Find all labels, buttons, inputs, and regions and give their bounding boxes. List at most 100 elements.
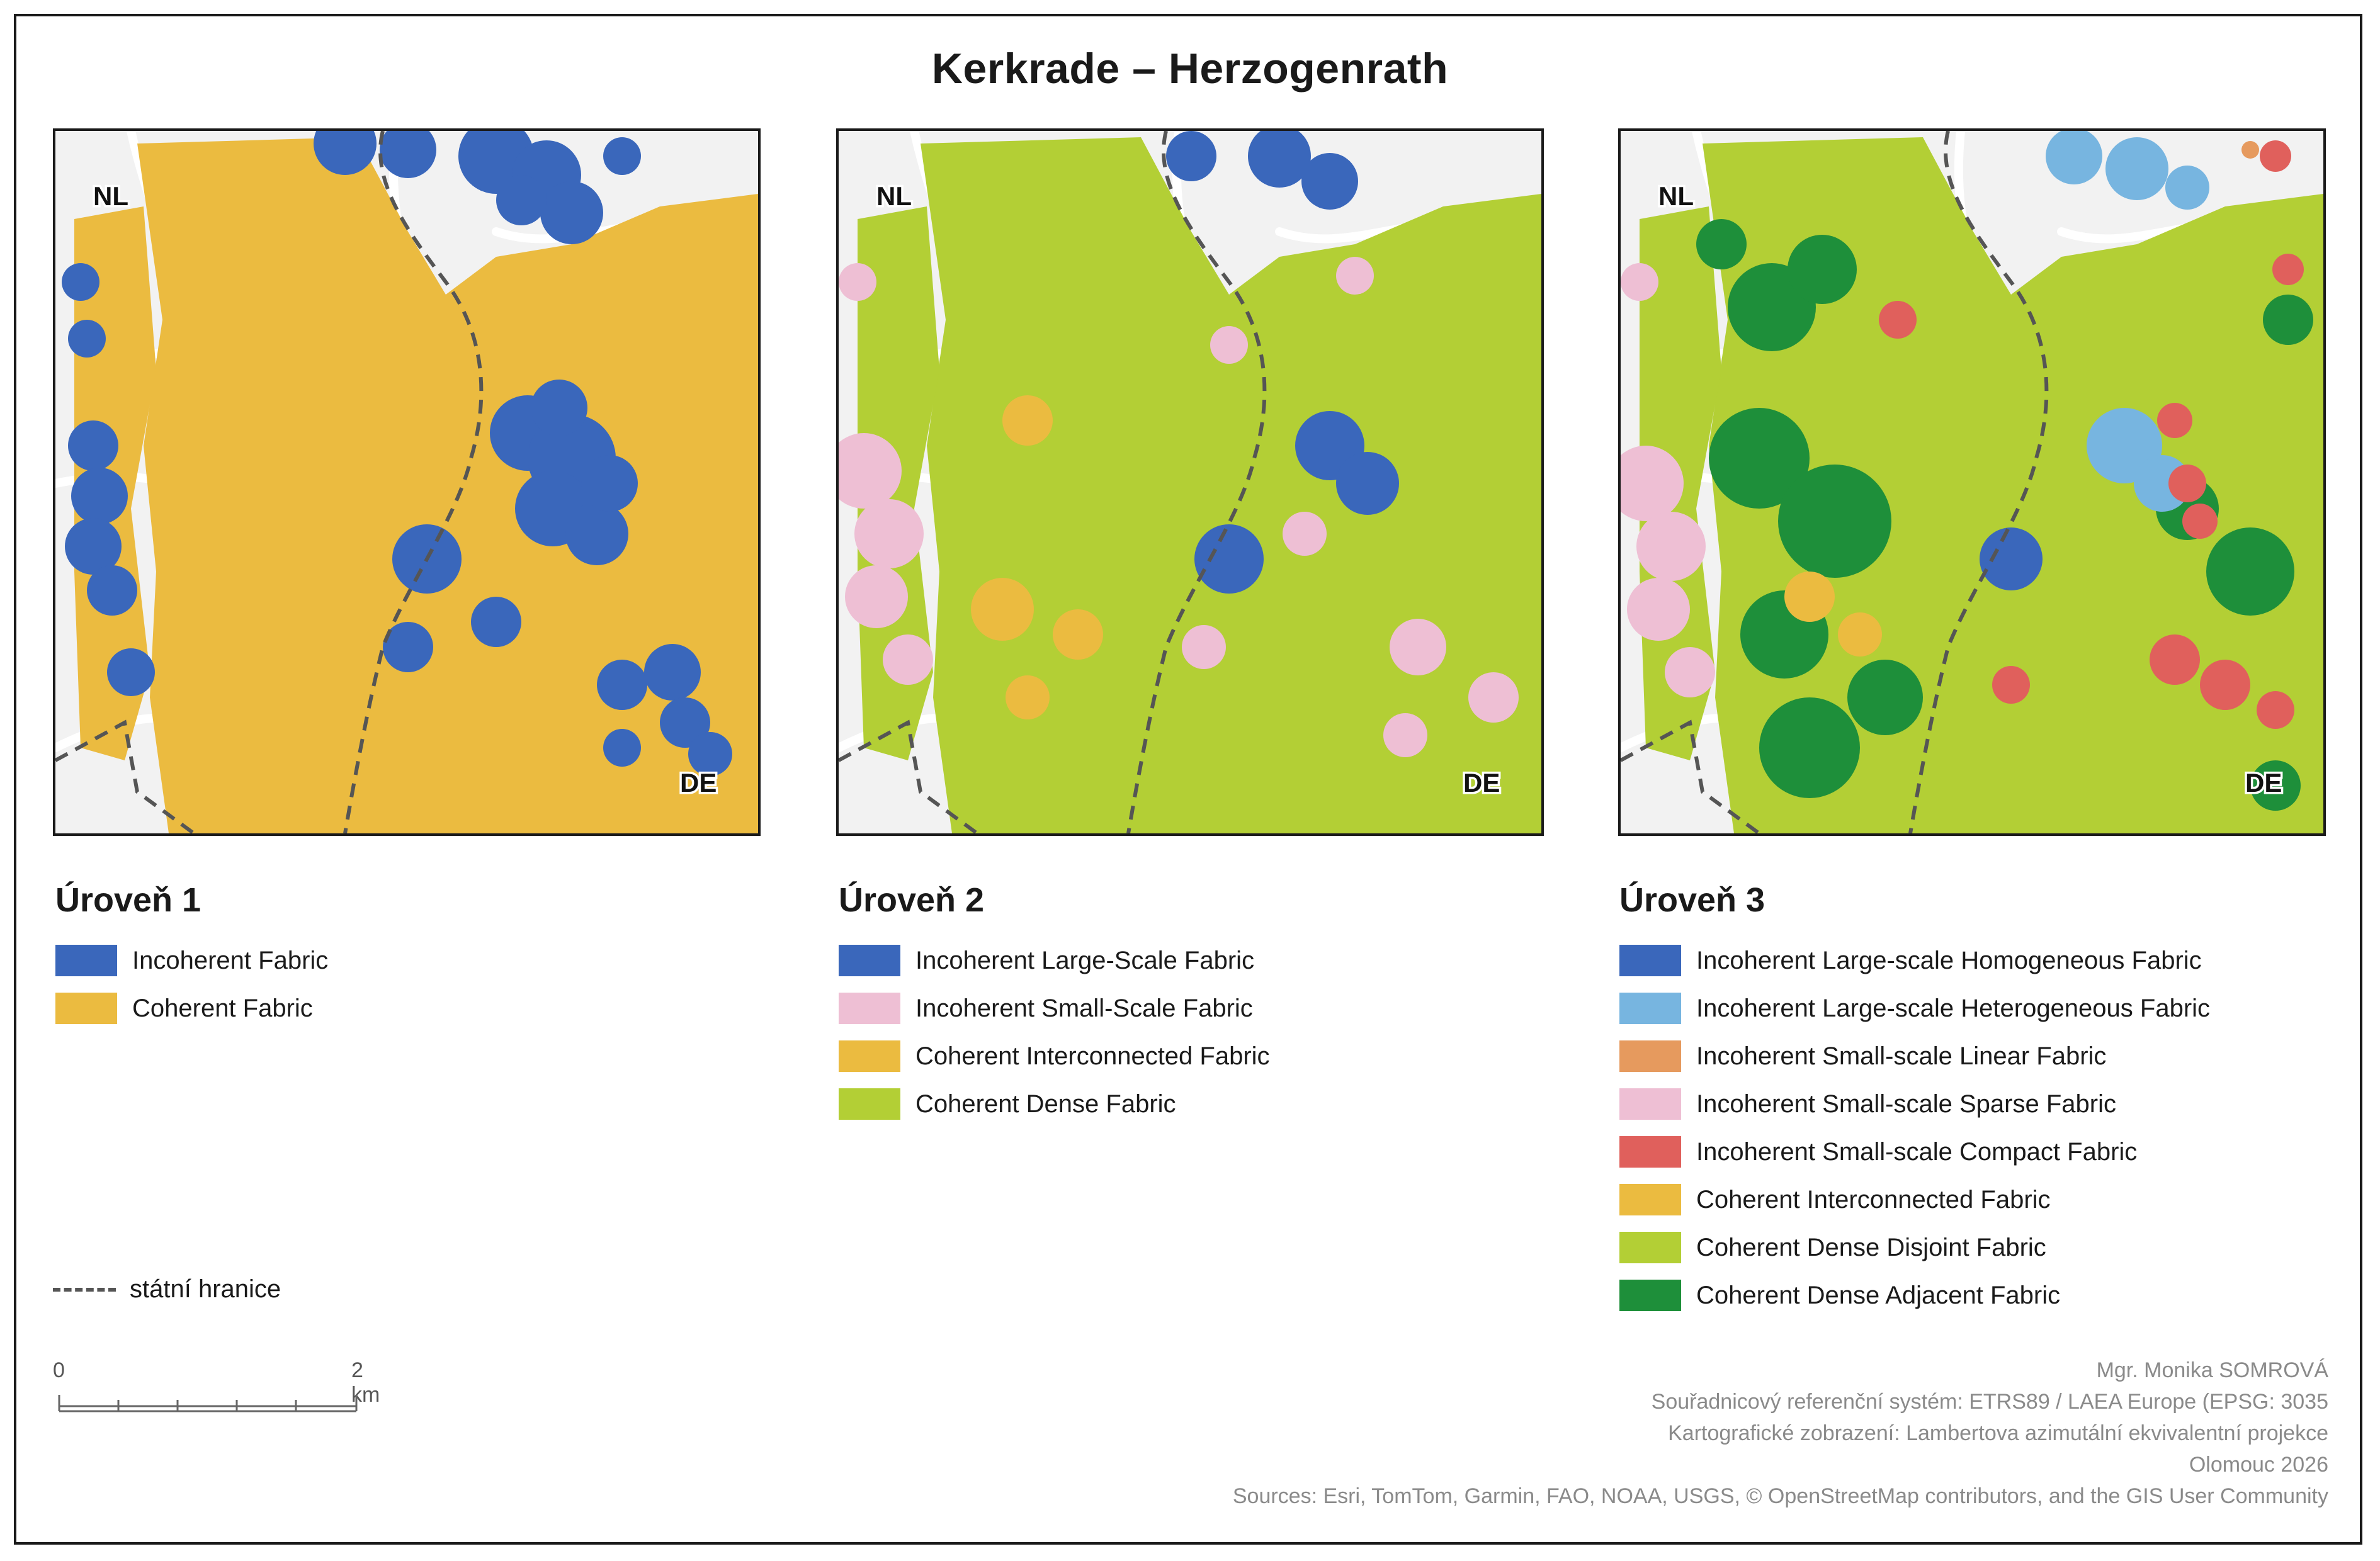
legend-swatch: [1619, 1280, 1681, 1311]
legend-item: Incoherent Large-scale Homogeneous Fabri…: [1619, 937, 2210, 984]
incoherent-small-scale-compact-fabric: [2200, 660, 2250, 710]
legend-swatch: [839, 945, 900, 976]
legend-heading: Úroveň 1: [55, 881, 201, 919]
coherent-interconnected-fabric: [971, 578, 1034, 641]
coherent-dense-adjacent-fabric: [1759, 697, 1860, 798]
map-canvas-level-1: NL DE: [55, 131, 758, 833]
legend-item: Incoherent Fabric: [55, 937, 328, 984]
incoherent-small-scale-compact-fabric: [2257, 691, 2294, 729]
coherent-dense-adjacent-fabric: [2206, 527, 2294, 616]
incoherent-small-scale-fabric: [1468, 672, 1519, 723]
incoherent-small-scale-compact-fabric: [2168, 465, 2206, 502]
incoherent-fabric: [581, 455, 638, 512]
credits-block: Mgr. Monika SOMROVÁ Souřadnicový referen…: [1233, 1355, 2328, 1512]
legend-item: Coherent Dense Fabric: [839, 1080, 1270, 1128]
incoherent-small-scale-fabric: [1283, 512, 1327, 556]
incoherent-fabric: [603, 729, 641, 767]
incoherent-small-scale-fabric: [845, 565, 908, 628]
map-canvas-level-3: NL DE: [1621, 131, 2323, 833]
credit-crs: Souřadnicový referenční systém: ETRS89 /…: [1651, 1390, 2328, 1414]
coherent-dense-adjacent-fabric: [1847, 660, 1923, 735]
legend-level-2: Úroveň 2 Incoherent Large-Scale Fabric I…: [839, 880, 1270, 1128]
coherent-interconnected-fabric: [1002, 395, 1053, 446]
legend-swatch: [1619, 1088, 1681, 1120]
map-label-nl: NL: [93, 181, 128, 211]
incoherent-fabric: [565, 502, 628, 565]
legend-item: Incoherent Small-Scale Fabric: [839, 984, 1270, 1032]
legend-label: Incoherent Small-scale Sparse Fabric: [1696, 1090, 2116, 1118]
legend-item: Incoherent Large-Scale Fabric: [839, 937, 1270, 984]
incoherent-small-scale-compact-fabric: [2182, 504, 2218, 539]
credit-place-year: Olomouc 2026: [2189, 1453, 2328, 1477]
incoherent-large-scale-heterogeneous-fabric: [2165, 166, 2209, 210]
incoherent-fabric: [87, 565, 137, 616]
legend-swatch: [839, 1088, 900, 1120]
legend-item: Coherent Fabric: [55, 984, 328, 1032]
scale-bar: 0 2 km: [53, 1358, 380, 1415]
legend-swatch: [1619, 993, 1681, 1024]
incoherent-small-scale-sparse-fabric: [1636, 512, 1706, 581]
incoherent-small-scale-linear-fabric: [2241, 141, 2259, 159]
incoherent-fabric: [68, 320, 106, 358]
border-legend-label: státní hranice: [130, 1275, 281, 1303]
incoherent-small-scale-fabric: [883, 634, 933, 685]
coherent-interconnected-fabric: [1838, 612, 1882, 657]
incoherent-small-scale-fabric: [839, 263, 876, 301]
legend-swatch: [1619, 1136, 1681, 1168]
credit-projection: Kartografické zobrazení: Lambertova azim…: [1668, 1421, 2328, 1445]
incoherent-fabric: [68, 420, 118, 471]
incoherent-small-scale-fabric: [1336, 257, 1374, 295]
legend-label: Coherent Dense Disjoint Fabric: [1696, 1233, 2046, 1261]
credit-author: Mgr. Monika SOMROVÁ: [2096, 1358, 2328, 1382]
legend-label: Incoherent Large-Scale Fabric: [915, 946, 1255, 974]
incoherent-fabric: [597, 660, 647, 710]
legend-swatch: [839, 1040, 900, 1072]
legend-label: Coherent Interconnected Fabric: [915, 1042, 1270, 1070]
map-label-de: DE: [1463, 768, 1500, 797]
legend-item: Coherent Dense Disjoint Fabric: [1619, 1224, 2210, 1271]
legend-swatch: [839, 993, 900, 1024]
legend-item: Incoherent Large-scale Heterogeneous Fab…: [1619, 984, 2210, 1032]
incoherent-small-scale-compact-fabric: [2272, 254, 2304, 285]
map-panel-level-1: NL DE: [53, 128, 761, 836]
legend-label: Coherent Fabric: [132, 994, 313, 1022]
legend-heading: Úroveň 3: [1619, 881, 1765, 919]
credit-sources: Sources: Esri, TomTom, Garmin, FAO, NOAA…: [1232, 1484, 2328, 1508]
legend-swatch: [1619, 945, 1681, 976]
incoherent-fabric: [471, 597, 521, 647]
map-label-de: DE: [2245, 768, 2282, 797]
map-label-nl: NL: [1658, 181, 1694, 211]
legend-label: Incoherent Small-scale Compact Fabric: [1696, 1137, 2138, 1166]
legend-level-1: Úroveň 1 Incoherent Fabric Coherent Fabr…: [55, 880, 328, 1032]
legend-item: Coherent Dense Adjacent Fabric: [1619, 1271, 2210, 1319]
coherent-dense-adjacent-fabric: [2263, 295, 2313, 345]
legend-label: Incoherent Fabric: [132, 946, 329, 974]
incoherent-small-scale-compact-fabric: [2150, 634, 2200, 685]
incoherent-fabric: [383, 622, 433, 672]
incoherent-small-scale-sparse-fabric: [1621, 263, 1658, 301]
legend-label: Incoherent Large-scale Homogeneous Fabri…: [1696, 946, 2202, 974]
incoherent-large-scale-heterogeneous-fabric: [2105, 137, 2168, 200]
map-panel-level-3: NL DE: [1618, 128, 2326, 836]
map-label-de: DE: [680, 768, 717, 797]
incoherent-small-scale-sparse-fabric: [1665, 647, 1715, 697]
incoherent-fabric: [644, 644, 701, 701]
legend-item: Coherent Interconnected Fabric: [1619, 1176, 2210, 1224]
incoherent-fabric: [107, 648, 155, 696]
incoherent-large-scale-fabric: [1166, 131, 1216, 181]
border-legend: státní hranice: [53, 1275, 281, 1304]
map-title: Kerkrade – Herzogenrath: [931, 45, 1449, 93]
legend-item: Incoherent Small-scale Sparse Fabric: [1619, 1080, 2210, 1128]
coherent-interconnected-fabric: [1784, 572, 1835, 622]
incoherent-fabric: [62, 263, 99, 301]
incoherent-large-scale-fabric: [1301, 153, 1358, 210]
incoherent-small-scale-compact-fabric: [1992, 666, 2030, 704]
dashed-line-icon: [53, 1287, 116, 1292]
incoherent-fabric: [531, 380, 587, 436]
legend-label: Incoherent Small-Scale Fabric: [915, 994, 1253, 1022]
incoherent-large-scale-fabric: [1194, 524, 1264, 594]
coherent-dense-adjacent-fabric: [1778, 465, 1891, 578]
incoherent-fabric: [540, 181, 603, 244]
coherent-dense-adjacent-fabric: [1788, 235, 1857, 304]
coherent-interconnected-fabric: [1053, 609, 1103, 660]
